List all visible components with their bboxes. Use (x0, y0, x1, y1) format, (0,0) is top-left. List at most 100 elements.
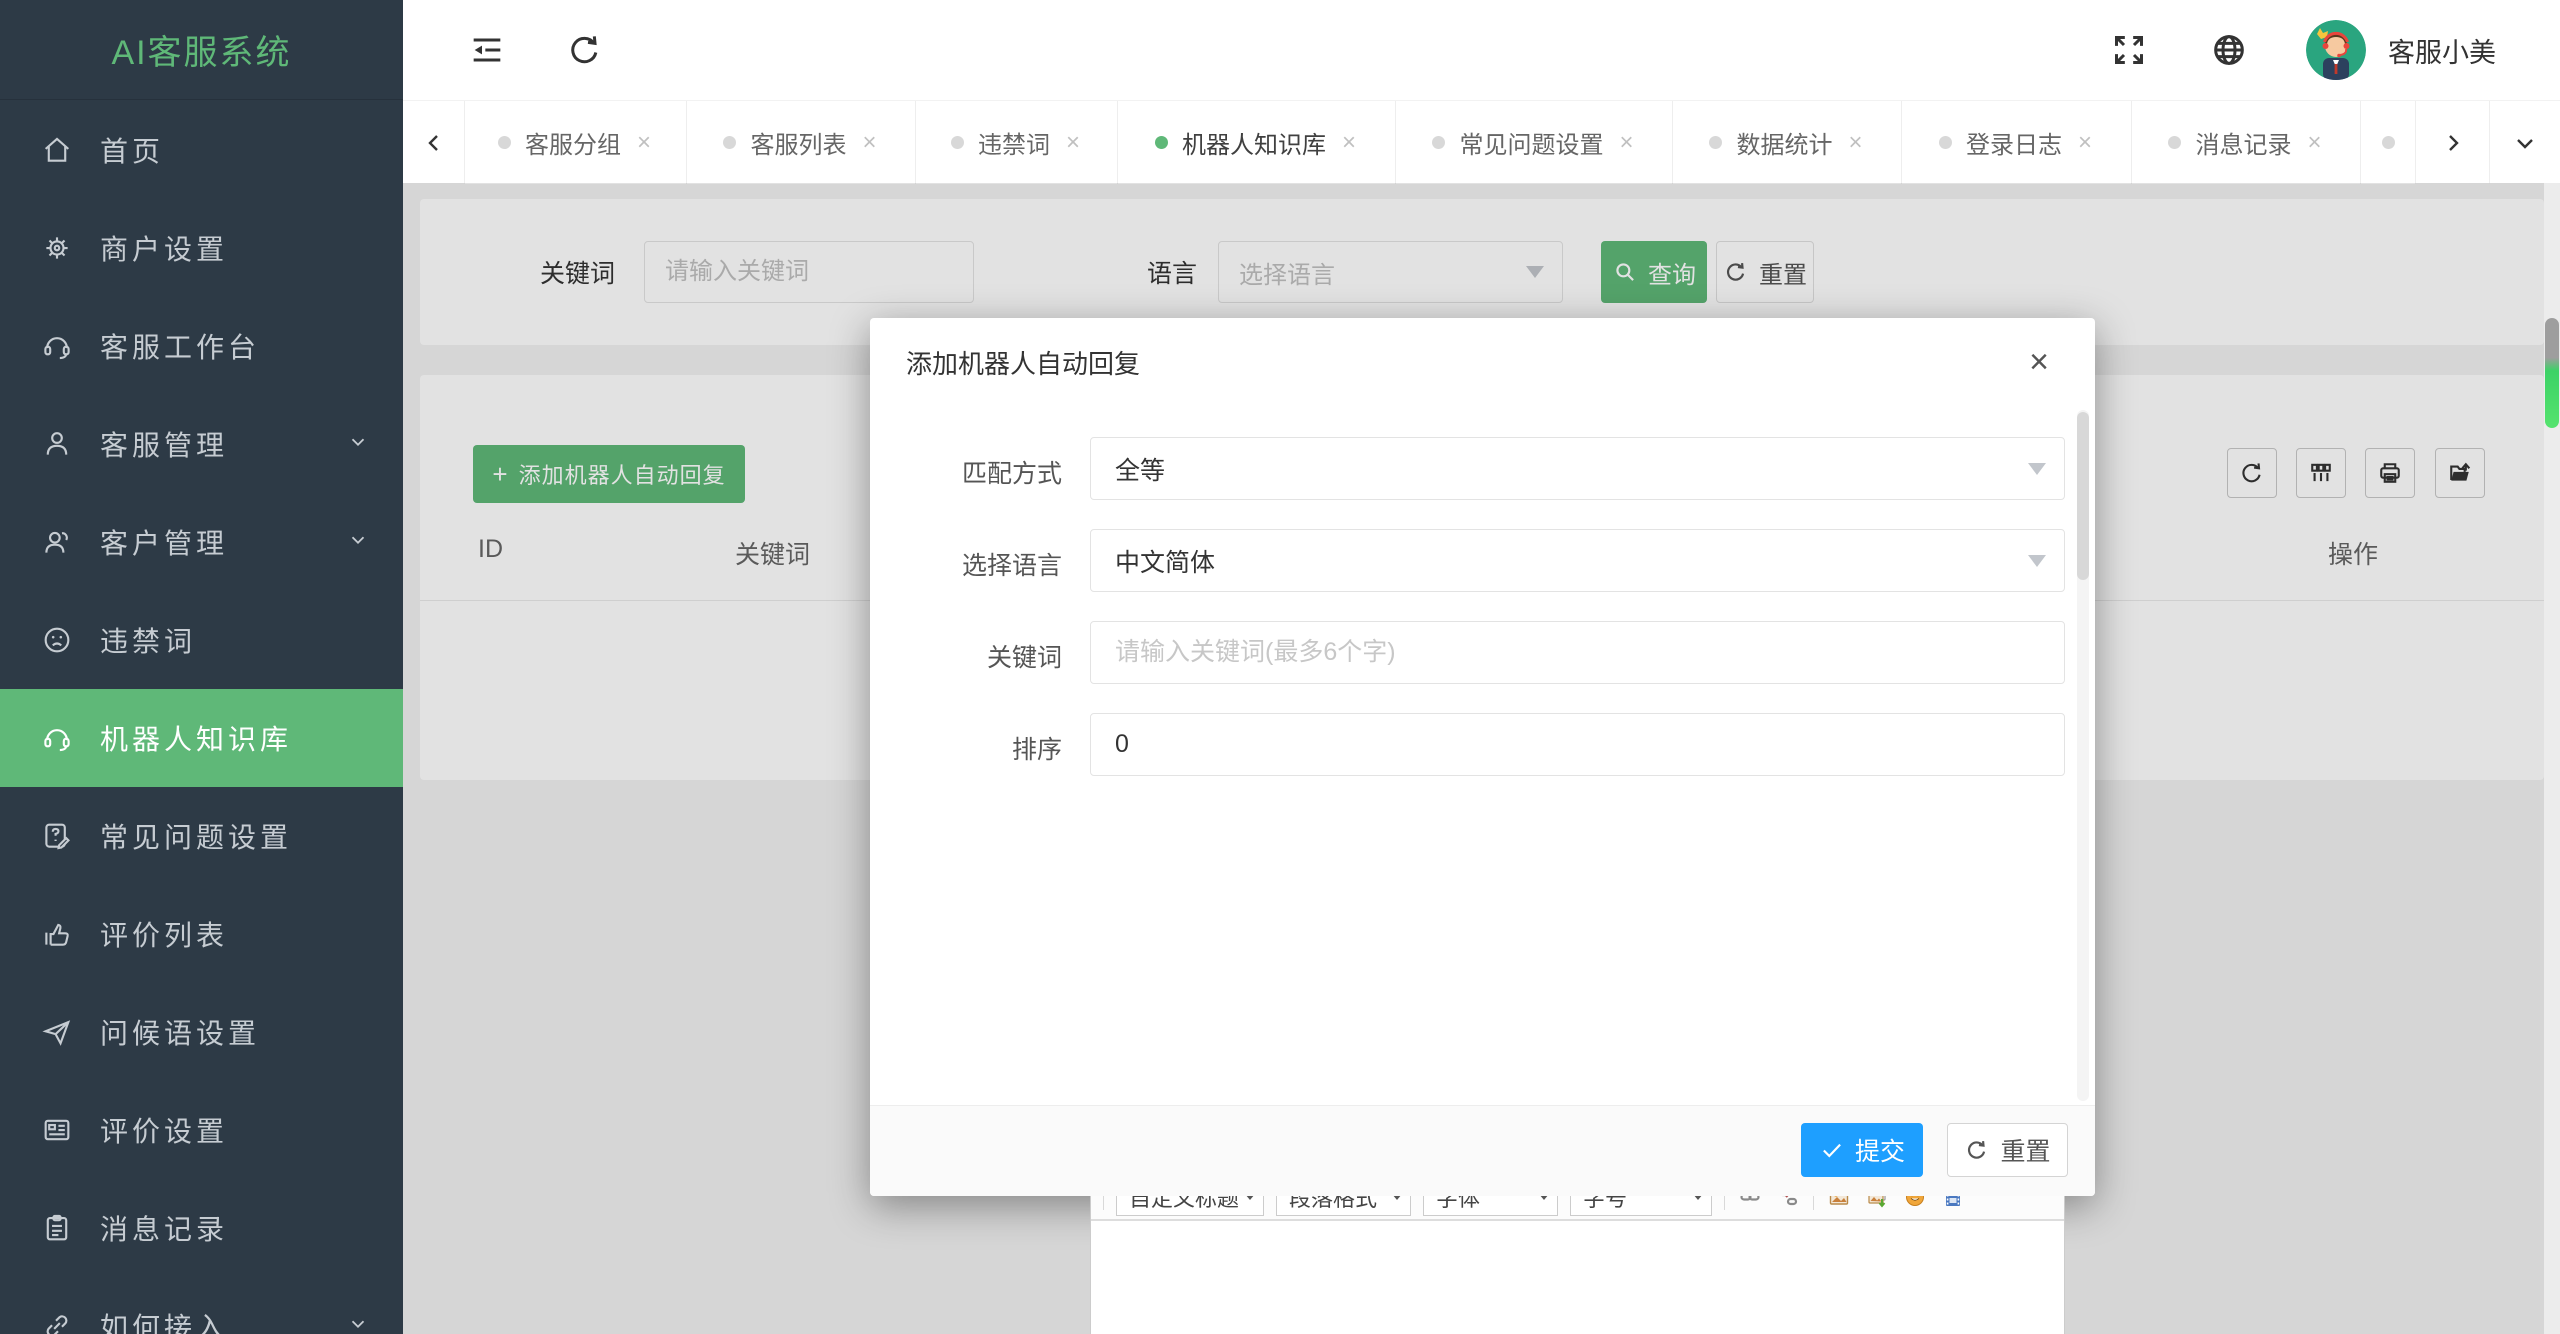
tab-label: 常见问题设置 (1459, 132, 1604, 159)
tab-login-logs[interactable]: 登录日志 × (1902, 101, 2132, 184)
sidebar-item-label: 客户管理 (100, 528, 229, 559)
tab-agent-groups[interactable]: 客服分组 × (465, 101, 687, 184)
user-icon (46, 432, 68, 455)
tab-label: 客服列表 (750, 132, 847, 159)
language-globe-button[interactable] (2203, 24, 2255, 76)
caret-down-icon (2028, 554, 2046, 567)
submit-label: 提交 (1854, 1138, 1905, 1166)
sidebar-item-label: 如何接入 (100, 1312, 229, 1334)
modal-keyword-label: 关键词 (986, 644, 1062, 672)
tab-banned-words[interactable]: 违禁词 × (916, 101, 1118, 184)
tab-partial[interactable] (2361, 101, 2416, 184)
headset-icon (44, 337, 70, 360)
modal-reset-label: 重置 (2000, 1138, 2051, 1166)
tab-label: 机器人知识库 (1181, 132, 1326, 159)
sad-face-icon (44, 627, 70, 653)
thumbs-up-icon (45, 923, 69, 946)
match-mode-value: 全等 (1115, 456, 1166, 485)
modal-body: 匹配方式 全等 选择语言 中文简体 关键词 排序 问题回复 (870, 406, 2095, 1334)
close-icon[interactable]: × (2305, 130, 2323, 155)
tabs-scroll-left-button[interactable] (403, 101, 465, 184)
sidebar-item-home[interactable]: 首页 (0, 101, 403, 199)
tab-message-records[interactable]: 消息记录 × (2132, 101, 2361, 184)
sidebar-item-agent-management[interactable]: 客服管理 (0, 395, 403, 493)
close-icon[interactable]: × (1340, 130, 1358, 155)
sidebar-item-label: 消息记录 (100, 1214, 229, 1245)
link-icon (46, 1315, 68, 1334)
tabs-menu-button[interactable] (2490, 101, 2560, 184)
tab-faq-settings[interactable]: 常见问题设置 × (1396, 101, 1673, 184)
tab-dot (1709, 136, 1723, 149)
sidebar-item-label: 评价列表 (100, 920, 229, 951)
tab-robot-knowledge[interactable]: 机器人知识库 × (1118, 101, 1396, 184)
page-scrollbar-thumb[interactable] (2545, 318, 2559, 428)
modal-scrollbar-thumb[interactable] (2077, 412, 2089, 580)
tab-agent-list[interactable]: 客服列表 × (687, 101, 916, 184)
sidebar-item-label: 问候语设置 (100, 1018, 261, 1049)
close-icon[interactable]: × (2076, 130, 2094, 155)
faq-doc-icon (45, 823, 70, 850)
clipboard-icon (46, 1214, 68, 1241)
modal-reset-button[interactable]: 重置 (1947, 1123, 2068, 1177)
tab-dot (2381, 136, 2395, 149)
sidebar-item-message-records[interactable]: 消息记录 (0, 1179, 403, 1277)
chevron-left-icon (427, 134, 438, 151)
sidebar-item-robot-knowledge[interactable]: 机器人知识库 (0, 689, 403, 787)
modal-language-value: 中文简体 (1115, 548, 1216, 577)
match-mode-select[interactable]: 全等 (1090, 437, 2065, 500)
close-icon[interactable]: × (1617, 130, 1635, 155)
modal-language-label: 选择语言 (961, 552, 1062, 580)
close-icon[interactable]: × (860, 130, 878, 155)
modal-close-button[interactable]: × (2019, 342, 2059, 382)
username[interactable]: 客服小美 (2388, 0, 2496, 100)
sidebar-item-label: 评价设置 (100, 1116, 229, 1147)
users-icon (45, 531, 68, 553)
check-icon (1823, 1143, 1841, 1158)
collapse-sidebar-button[interactable] (461, 24, 513, 76)
sidebar-menu: 首页 商户设置 客服工作台 客服管理 客户管理 违禁词 机器人知识库 常见问题设… (0, 101, 403, 1334)
collapse-menu-icon (473, 38, 501, 62)
gear-icon (46, 237, 68, 259)
tab-data-statistics[interactable]: 数据统计 × (1673, 101, 1902, 184)
close-icon[interactable]: × (1064, 130, 1082, 155)
fullscreen-button[interactable] (2103, 24, 2155, 76)
sidebar-item-label: 机器人知识库 (100, 724, 293, 755)
close-icon[interactable]: × (635, 130, 653, 155)
sidebar-item-greeting-settings[interactable]: 问候语设置 (0, 983, 403, 1081)
sidebar-item-review-list[interactable]: 评价列表 (0, 885, 403, 983)
sidebar-item-workbench[interactable]: 客服工作台 (0, 297, 403, 395)
topbar: 客服小美 (403, 0, 2560, 100)
sidebar-item-faq-settings[interactable]: 常见问题设置 (0, 787, 403, 885)
reset-icon (1968, 1141, 1986, 1159)
sort-input[interactable] (1091, 714, 2064, 775)
refresh-page-button[interactable] (559, 24, 611, 76)
chevron-down-icon (347, 1310, 369, 1334)
modal-title: 添加机器人自动回复 (906, 348, 1141, 379)
sort-label: 排序 (1011, 736, 1062, 764)
tab-label: 消息记录 (2195, 132, 2292, 159)
sidebar-item-how-to-access[interactable]: 如何接入 (0, 1277, 403, 1334)
avatar[interactable] (2306, 20, 2366, 80)
robot-headset-icon (44, 729, 70, 752)
modal-keyword-input[interactable] (1091, 622, 2064, 683)
globe-icon (2214, 35, 2244, 65)
card-icon (44, 1119, 70, 1141)
tab-label: 登录日志 (1965, 132, 2062, 159)
sidebar-item-label: 商户设置 (100, 234, 229, 265)
modal-scrollbar-track (2077, 410, 2089, 1101)
tab-label: 数据统计 (1736, 132, 1833, 159)
tabs-scroll-right-button[interactable] (2416, 101, 2490, 184)
submit-button[interactable]: 提交 (1801, 1123, 1923, 1177)
sidebar: AI客服系统 首页 商户设置 客服工作台 客服管理 客户管理 违禁词 机器人知识… (0, 0, 403, 1334)
caret-down-icon (2028, 462, 2046, 475)
sidebar-item-merchant-settings[interactable]: 商户设置 (0, 199, 403, 297)
page-root: AI客服系统 首页 商户设置 客服工作台 客服管理 客户管理 违禁词 机器人知识… (0, 0, 2560, 1334)
close-icon[interactable]: × (1846, 130, 1864, 155)
sidebar-item-label: 常见问题设置 (100, 822, 293, 853)
sidebar-item-banned-words[interactable]: 违禁词 (0, 591, 403, 689)
sidebar-item-customer-management[interactable]: 客户管理 (0, 493, 403, 591)
editor-content-area[interactable] (1091, 1221, 2064, 1334)
modal-language-select[interactable]: 中文简体 (1090, 529, 2065, 592)
tab-dot (497, 136, 511, 149)
sidebar-item-review-settings[interactable]: 评价设置 (0, 1081, 403, 1179)
